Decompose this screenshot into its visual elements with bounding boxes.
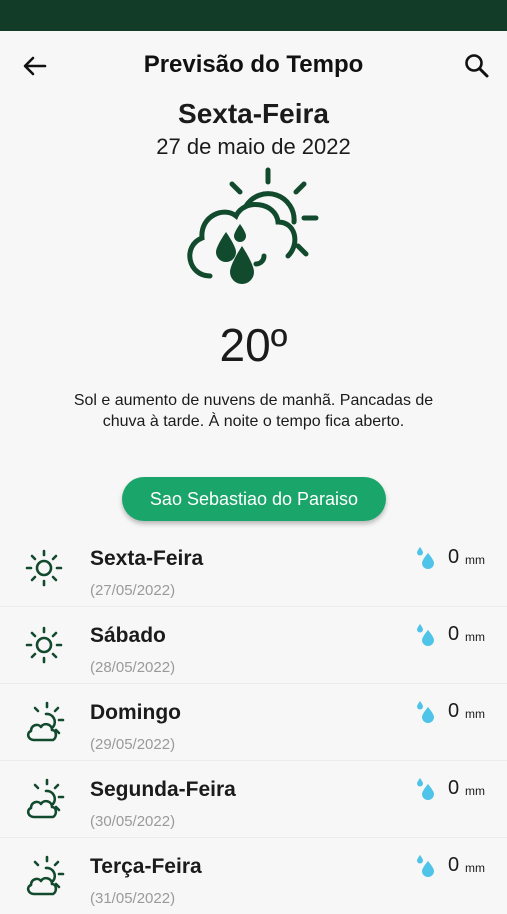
search-icon[interactable] [462,51,492,81]
raindrops-icon [414,622,436,646]
sun-cloud-icon [22,700,66,744]
raindrops-icon [414,545,436,569]
raindrops-icon [414,776,436,800]
rain-unit: mm [465,630,485,644]
rain-amount: 0 [448,854,460,876]
forecast-day: Sábado [90,624,166,647]
status-bar [0,0,507,31]
rain-unit: mm [465,861,485,875]
rain-unit: mm [465,707,485,721]
rain-unit: mm [465,784,485,798]
city-selector-button[interactable]: Sao Sebastiao do Paraiso [122,477,386,521]
forecast-list: Sexta-Feira (27/05/2022) 0 mm Sábado (28… [0,530,507,914]
forecast-day: Domingo [90,701,181,724]
forecast-date: (28/05/2022) [90,659,176,676]
raindrops-icon [414,853,436,877]
forecast-row[interactable]: Sábado (28/05/2022) 0 mm [0,607,507,684]
sun-cloud-rain-icon [176,160,336,295]
forecast-date: (30/05/2022) [90,813,176,830]
raindrops-icon [414,699,436,723]
app-bar: Previsão do Tempo [0,31,507,99]
current-day-title: Sexta-Feira [178,98,329,129]
forecast-day: Segunda-Feira [90,778,236,801]
current-date: 27 de maio de 2022 [156,134,351,159]
forecast-row[interactable]: Terça-Feira (31/05/2022) 0 mm [0,838,507,914]
forecast-date: (27/05/2022) [90,582,176,599]
rain-amount: 0 [448,623,460,645]
sun-icon [22,623,66,667]
sun-cloud-icon [22,854,66,898]
rain-amount: 0 [448,700,460,722]
rain-amount: 0 [448,546,460,568]
page-title: Previsão do Tempo [143,51,364,78]
forecast-day: Terça-Feira [90,855,202,878]
sun-icon [22,546,66,590]
current-temperature: 20º [219,319,288,371]
rain-amount: 0 [448,777,460,799]
forecast-day: Sexta-Feira [90,547,204,570]
forecast-row[interactable]: Domingo (29/05/2022) 0 mm [0,684,507,761]
forecast-date: (31/05/2022) [90,890,176,907]
weather-description: Sol e aumento de nuvens de manhã. Pancad… [73,392,434,430]
sun-cloud-icon [22,777,66,821]
rain-unit: mm [465,553,485,567]
forecast-date: (29/05/2022) [90,736,176,753]
forecast-row[interactable]: Segunda-Feira (30/05/2022) 0 mm [0,761,507,838]
forecast-row[interactable]: Sexta-Feira (27/05/2022) 0 mm [0,530,507,607]
